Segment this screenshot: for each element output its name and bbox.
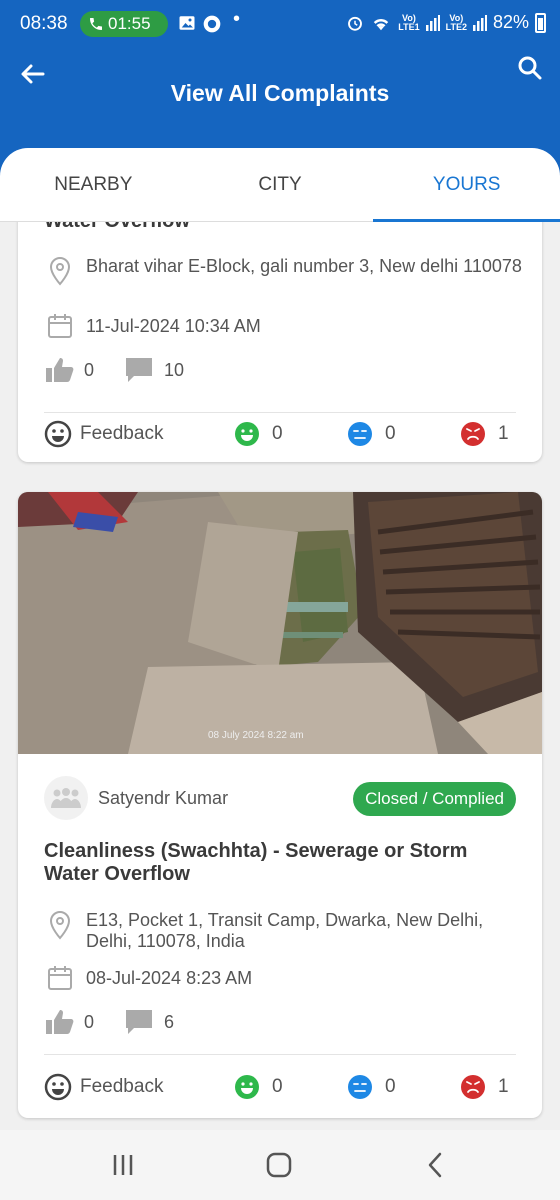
battery-icon [535,12,546,33]
complaint-card[interactable]: 08 July 2024 8:22 am Satyendr Kumar Clos… [18,492,542,1118]
likes[interactable]: 0 [44,1008,94,1036]
complaint-date: 08-Jul-2024 8:23 AM [86,968,253,988]
neutral-face-icon [348,422,372,446]
angry-reaction[interactable]: 1 [460,421,509,447]
neutral-face-icon [348,1075,372,1099]
smiley-icon [44,1073,72,1101]
tab-city[interactable]: CITY [187,148,374,221]
complaint-stats: 0 10 [44,356,214,384]
complaint-title: Water Overflow [44,222,522,233]
neutral-reaction[interactable]: 0 [347,1074,460,1100]
complaint-author: Satyendr Kumar [44,776,228,820]
alarm-icon [348,16,363,31]
calendar-icon [48,314,72,338]
network-label-1: Vo) LTE1 [398,12,420,32]
likes-count: 0 [84,1011,95,1032]
happy-reaction[interactable]: 0 [234,421,347,447]
tab-yours[interactable]: YOURS [373,148,560,222]
system-nav-bar [0,1130,560,1200]
avatar [44,776,88,820]
complaint-photo[interactable]: 08 July 2024 8:22 am [18,492,542,754]
likes[interactable]: 0 [44,356,94,384]
wifi-icon [374,18,389,30]
happy-count: 0 [272,1076,283,1097]
home-icon[interactable] [264,1150,294,1180]
ongoing-call-chip[interactable]: 01:55 [80,11,168,37]
status-badge: Closed / Complied [353,782,516,816]
neutral-count: 0 [385,1076,396,1097]
app-notification-icon [203,15,221,33]
feedback-row: Feedback 0 0 1 [44,1072,522,1102]
comments[interactable]: 6 [124,1008,174,1036]
divider [44,1054,516,1055]
network-label-2: Vo) LTE2 [445,12,467,32]
photo-watermark: 08 July 2024 8:22 am [208,730,304,741]
more-notifications-dot: • [233,8,241,30]
complaint-card[interactable]: Water Overflow Bharat vihar E-Block, gal… [18,222,542,462]
battery-percent: 82% [492,12,529,32]
feedback-button[interactable]: Feedback [44,420,234,448]
comment-icon [126,1010,153,1034]
smiley-icon [44,420,72,448]
location-pin-icon [49,256,71,286]
complaint-date: 11-Jul-2024 10:34 AM [86,316,261,336]
happy-face-icon [235,1075,259,1099]
comment-icon [126,358,153,382]
thumbs-up-icon [46,358,74,382]
complaint-address-row: E13, Pocket 1, Transit Camp, Dwarka, New… [44,910,522,952]
complaint-date-row: 11-Jul-2024 10:34 AM [44,313,522,339]
neutral-count: 0 [385,423,396,444]
gallery-icon [179,16,195,30]
search-icon[interactable] [516,54,544,82]
feedback-label: Feedback [80,423,164,444]
feedback-label: Feedback [80,1076,164,1097]
back-icon[interactable] [420,1150,450,1180]
happy-count: 0 [272,423,283,444]
happy-face-icon [235,422,259,446]
complaint-address-row: Bharat vihar E-Block, gali number 3, New… [44,256,522,286]
signal-icon [425,14,440,31]
drain-photo-image [18,492,542,754]
angry-count: 1 [498,423,509,444]
complaint-stats: 0 6 [44,1008,204,1036]
angry-face-icon [461,422,485,446]
status-bar: 08:38 01:55 • Vo) LTE1 Vo) LTE2 82% [0,0,560,48]
comments[interactable]: 10 [124,356,184,384]
author-name: Satyendr Kumar [98,787,229,808]
feedback-row: Feedback 0 0 1 [44,419,522,449]
happy-reaction[interactable]: 0 [234,1074,347,1100]
recent-apps-icon[interactable] [108,1150,138,1180]
complaint-address: Bharat vihar E-Block, gali number 3, New… [86,256,522,276]
signal-icon [472,14,487,31]
comments-count: 6 [164,1011,175,1032]
angry-count: 1 [498,1076,509,1097]
neutral-reaction[interactable]: 0 [347,421,460,447]
feedback-button[interactable]: Feedback [44,1073,234,1101]
calendar-icon [48,966,72,990]
thumbs-up-icon [46,1010,74,1034]
likes-count: 0 [84,359,95,380]
tab-bar: NEARBY CITY YOURS [0,148,560,222]
comments-count: 10 [164,359,185,380]
status-time: 08:38 [20,13,68,34]
angry-reaction[interactable]: 1 [460,1074,509,1100]
tab-nearby[interactable]: NEARBY [0,148,187,221]
divider [44,412,516,413]
complaint-date-row: 08-Jul-2024 8:23 AM [44,965,522,991]
angry-face-icon [461,1075,485,1099]
phone-icon [90,18,102,30]
complaint-address: E13, Pocket 1, Transit Camp, Dwarka, New… [86,910,484,951]
location-pin-icon [49,910,71,940]
call-duration: 01:55 [108,14,151,33]
users-group-icon [51,788,81,808]
complaints-list[interactable]: Water Overflow Bharat vihar E-Block, gal… [0,222,560,1130]
page-title: View All Complaints [170,80,390,106]
complaint-title[interactable]: Cleanliness (Swachhta) - Sewerage or Sto… [44,840,522,886]
